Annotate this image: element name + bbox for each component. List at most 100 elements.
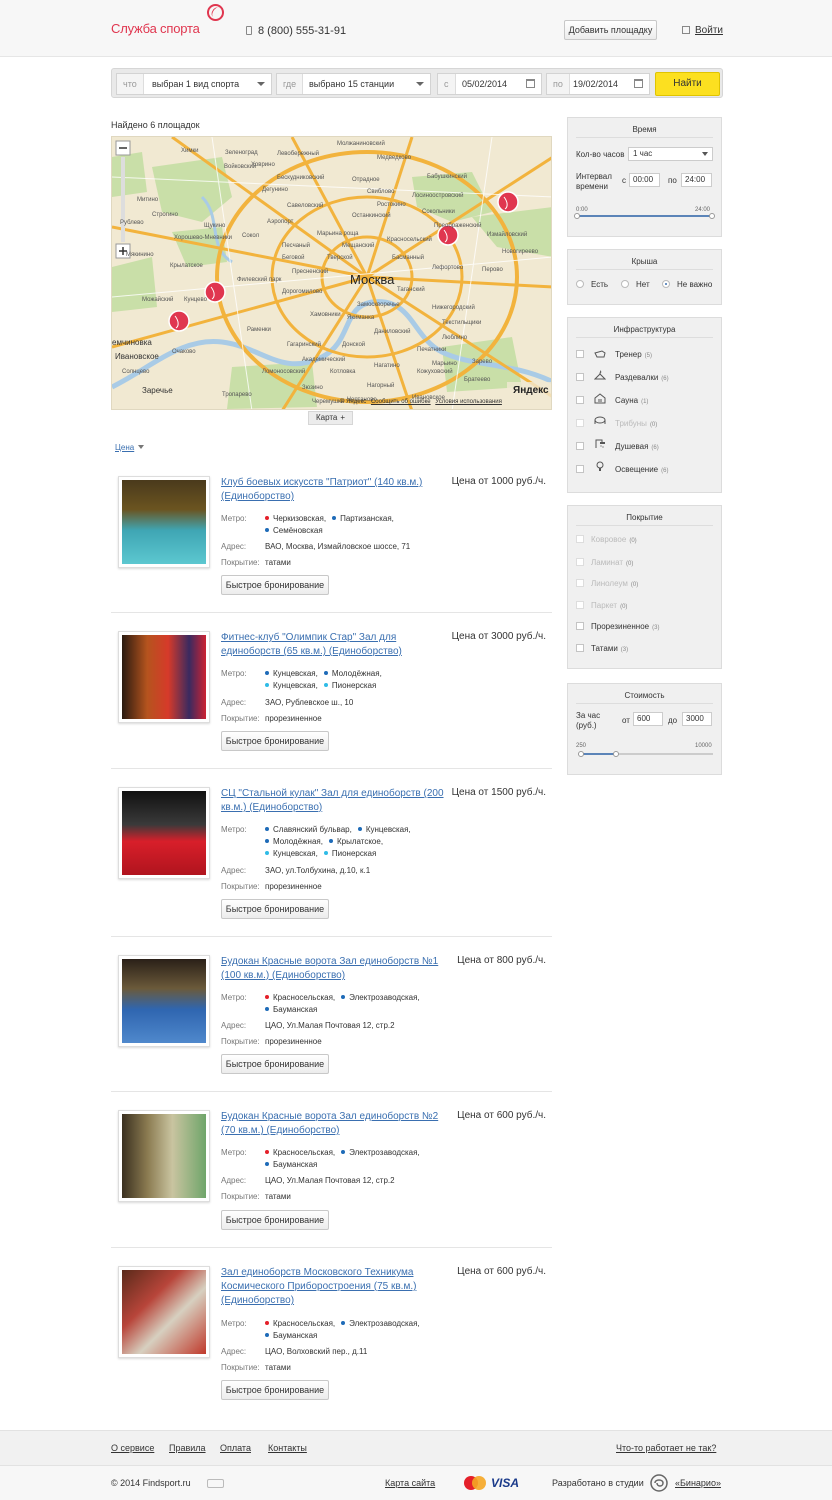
checkbox-sauna[interactable] (576, 396, 584, 404)
map-place-label: Зюзино (302, 385, 323, 391)
slider-handle[interactable] (709, 213, 715, 219)
map-place-label: Нагорный (367, 383, 395, 389)
footer-link-payment[interactable]: Оплата (220, 1443, 251, 1453)
date-to-field[interactable]: по 19/02/2014 (546, 73, 650, 95)
hours-select[interactable]: 1 час (628, 147, 713, 161)
basketball-logo-icon (207, 4, 224, 21)
slider-handle[interactable] (574, 213, 580, 219)
report-problem-link[interactable]: Что-то работает не так? (616, 1443, 716, 1453)
venue-photo[interactable] (118, 955, 210, 1047)
filter-cost: Стоимость За час (руб.) от 600 до 3000 2… (567, 683, 722, 775)
map[interactable]: Москва Зеленоград Молжаниновский Левобер… (111, 136, 552, 410)
time-from-input[interactable]: 00:00 (629, 173, 660, 187)
venue-photo[interactable] (118, 787, 210, 879)
roof-radio-any[interactable] (662, 280, 670, 288)
quick-book-button[interactable]: Быстрое бронирование (221, 899, 329, 919)
shower-icon (595, 439, 605, 448)
footer-link-rules[interactable]: Правила (169, 1443, 206, 1453)
add-venue-button[interactable]: Добавить площадку (564, 20, 657, 40)
calendar-icon[interactable] (526, 79, 535, 88)
sport-select[interactable]: что выбран 1 вид спорта (116, 73, 272, 95)
checkbox-carpet[interactable] (576, 535, 584, 543)
roof-radio-yes[interactable] (576, 280, 584, 288)
time-slider[interactable] (578, 215, 713, 217)
checkbox-tatami[interactable] (576, 644, 584, 652)
map-place-label: Строгино (152, 212, 178, 218)
venue-title-link[interactable]: Будокан Красные ворота Зал единоборств №… (221, 955, 446, 983)
venue-price: Цена от 800 руб./ч. (457, 955, 546, 966)
venue-photo[interactable] (118, 476, 210, 568)
metro-station: Молодёжная, (323, 668, 382, 680)
map-place-label: Мякинино (126, 252, 154, 258)
venue-price: Цена от 600 руб./ч. (457, 1266, 546, 1277)
map-place-label: Раменки (247, 327, 271, 333)
map-place-label: Зарево (472, 359, 493, 365)
phone-number: 8 (800) 555-31-91 (246, 25, 346, 37)
date-from-field[interactable]: с 05/02/2014 (437, 73, 542, 95)
whistle-icon (594, 350, 606, 358)
map-place-label: Кунцево (184, 297, 207, 303)
map-attribution: © Яндекс Сообщить об ошибке Условия испо… (340, 399, 502, 405)
calendar-icon[interactable] (634, 79, 643, 88)
map-toggle-tab[interactable]: Карта + (308, 411, 353, 425)
result-item: Фитнес-клуб "Олимпик Стар" Зал для едино… (111, 631, 552, 769)
checkbox-lighting[interactable] (576, 465, 584, 473)
sort-price[interactable]: Цена (115, 443, 145, 452)
venue-photo[interactable] (118, 1266, 210, 1358)
checkbox-lockers[interactable] (576, 373, 584, 381)
sitemap-link[interactable]: Карта сайта (385, 1478, 435, 1488)
metro-station: Красносельская, (265, 992, 335, 1004)
metro-station: Электрозаводская, (341, 1318, 420, 1330)
slider-handle[interactable] (578, 751, 584, 757)
venue-title-link[interactable]: Зал единоборств Московского Техникума Ко… (221, 1266, 446, 1308)
roof-radio-no[interactable] (621, 280, 629, 288)
quick-book-button[interactable]: Быстрое бронирование (221, 1210, 329, 1230)
checkbox-rubber[interactable] (576, 622, 584, 630)
venue-photo[interactable] (118, 1110, 210, 1202)
footer-link-contacts[interactable]: Контакты (268, 1443, 307, 1453)
map-place-label: Даниловский (374, 329, 411, 335)
chevron-down-icon (702, 152, 708, 156)
checkbox-trainer[interactable] (576, 350, 584, 358)
map-place-label: Новогиреево (502, 249, 539, 255)
hanger-icon (594, 370, 606, 380)
map-place-label: Митино (137, 197, 159, 203)
find-button[interactable]: Найти (655, 72, 720, 96)
map-place-label: Крылатское (170, 263, 203, 269)
quick-book-button[interactable]: Быстрое бронирование (221, 1380, 329, 1400)
slider-handle[interactable] (613, 751, 619, 757)
venue-title-link[interactable]: Фитнес-клуб "Олимпик Стар" Зал для едино… (221, 631, 446, 659)
cost-to-input[interactable]: 3000 (682, 712, 712, 726)
copyright: © 2014 Findsport.ru (111, 1478, 191, 1488)
venue-photo[interactable] (118, 631, 210, 723)
map-place-label: Братеево (464, 377, 491, 383)
venue-title-link[interactable]: СЦ "Стальной кулак" Зал для единоборств … (221, 787, 446, 815)
checkbox-linoleum[interactable] (576, 579, 584, 587)
venue-title-link[interactable]: Клуб боевых искусств "Патриот" (140 кв.м… (221, 476, 446, 504)
cost-slider[interactable] (582, 753, 615, 755)
quick-book-button[interactable]: Быстрое бронирование (221, 1054, 329, 1074)
logo[interactable]: Служба спорта (111, 21, 200, 36)
cost-from-input[interactable]: 600 (633, 712, 663, 726)
sauna-icon (594, 393, 606, 404)
quick-book-button[interactable]: Быстрое бронирование (221, 731, 329, 751)
metro-station: Черкизовская, (265, 513, 326, 525)
map-place-label: Хорошево-Мневники (174, 235, 233, 241)
footer-link-about[interactable]: О сервисе (111, 1443, 154, 1453)
checkbox-shower[interactable] (576, 442, 584, 450)
time-to-input[interactable]: 24:00 (681, 173, 712, 187)
studio-link[interactable]: «Бинарио» (675, 1478, 721, 1488)
map-place-label: Басманный (392, 255, 425, 261)
checkbox-tribunes[interactable] (576, 419, 584, 427)
map-place-label: Лефортово (432, 265, 464, 271)
quick-book-button[interactable]: Быстрое бронирование (221, 575, 329, 595)
map-brand: Яндекс (513, 385, 549, 396)
checkbox-laminate[interactable] (576, 558, 584, 566)
venue-title-link[interactable]: Будокан Красные ворота Зал единоборств №… (221, 1110, 446, 1138)
station-select[interactable]: где выбрано 15 станции (276, 73, 431, 95)
chevron-down-icon (416, 82, 424, 86)
checkbox-parquet[interactable] (576, 601, 584, 609)
map-place-label: Люблино (442, 335, 468, 341)
login-link[interactable]: Войти (682, 25, 723, 36)
visa-logo: VISA (491, 1476, 520, 1490)
